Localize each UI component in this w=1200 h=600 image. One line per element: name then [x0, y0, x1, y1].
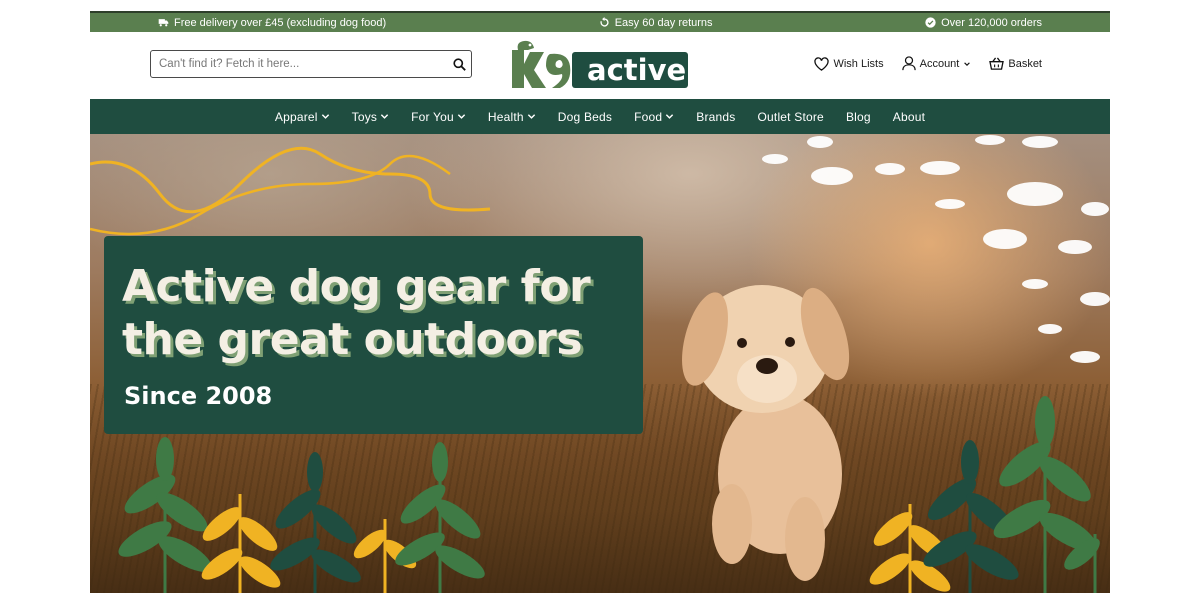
nav-item-toys[interactable]: Toys: [341, 110, 400, 124]
nav-item-brands[interactable]: Brands: [685, 110, 746, 124]
nav-item-label: Outlet Store: [757, 109, 824, 124]
leaves-right: [869, 396, 1100, 593]
nav-item-label: Dog Beds: [557, 109, 613, 124]
search-box: [150, 50, 472, 78]
check-circle-icon: [925, 17, 936, 28]
nav-item-label: Brands: [696, 109, 736, 124]
account-label: Account: [919, 57, 960, 70]
heart-icon: [814, 56, 830, 71]
leaves-left: [118, 437, 485, 593]
chevron-down-icon: [666, 114, 674, 119]
nav-item-label: Food: [634, 109, 663, 124]
chevron-down-icon: [457, 114, 466, 119]
refresh-icon: [600, 17, 609, 27]
nav-item-label: About: [892, 109, 926, 124]
truck-icon: [158, 19, 169, 27]
svg-text:active: active: [587, 53, 686, 87]
wishlist-link[interactable]: Wish Lists: [814, 56, 884, 71]
nav-item-label: Apparel: [274, 109, 318, 124]
nav-item-label: Blog: [845, 109, 871, 124]
account-link[interactable]: Account: [901, 56, 972, 71]
chevron-down-icon: [527, 114, 535, 119]
nav-item-label: Toys: [351, 109, 378, 124]
user-icon: [901, 56, 916, 71]
nav-item-apparel[interactable]: Apparel: [264, 110, 341, 124]
nav-item-for-you[interactable]: For You: [400, 110, 477, 124]
search-input[interactable]: [151, 52, 447, 76]
basket-icon: [989, 57, 1005, 70]
hero-title: Active dog gear for the great outdoors: [122, 260, 637, 366]
top-info-bar: Free delivery over £45 (excluding dog fo…: [90, 11, 1110, 32]
main-nav: Apparel Toys For You Health Dog Beds Foo…: [90, 99, 1110, 134]
hero-banner[interactable]: Active dog gear for the great outdoors S…: [90, 134, 1110, 593]
puppy-illustration: [682, 285, 850, 581]
nav-item-label: For You: [411, 109, 454, 124]
orders-text: Over 120,000 orders: [941, 16, 1042, 29]
chevron-down-icon: [380, 114, 389, 119]
search-button[interactable]: [447, 52, 471, 76]
chevron-down-icon: [321, 114, 329, 119]
hero-subtitle: Since 2008: [124, 382, 273, 410]
nav-item-label: Health: [487, 109, 524, 124]
nav-item-dog-beds[interactable]: Dog Beds: [547, 110, 623, 124]
nav-item-outlet-store[interactable]: Outlet Store: [747, 110, 835, 124]
basket-label: Basket: [1008, 57, 1042, 70]
logo-graphic: active: [512, 40, 688, 88]
search-icon: [452, 57, 466, 71]
hero-headline-card: Active dog gear for the great outdoors S…: [104, 236, 643, 434]
chevron-down-icon: [964, 61, 971, 66]
basket-link[interactable]: Basket: [989, 57, 1042, 71]
nav-item-food[interactable]: Food: [623, 110, 685, 124]
page-frame: Free delivery over £45 (excluding dog fo…: [90, 11, 1110, 593]
returns-info: Easy 60 day returns: [599, 17, 713, 29]
nav-item-health[interactable]: Health: [477, 110, 547, 124]
nav-item-about[interactable]: About: [882, 110, 936, 124]
nav-item-blog[interactable]: Blog: [835, 110, 882, 124]
header-actions: Wish Lists Account Basket: [814, 56, 1042, 71]
hero-title-line-1: Active dog gear for: [122, 261, 591, 312]
orders-info: Over 120,000 orders: [925, 17, 1042, 29]
site-header: active Wish Lists Account Basket: [90, 32, 1110, 99]
delivery-text: Free delivery over £45 (excluding dog fo…: [174, 16, 387, 29]
site-logo[interactable]: active: [510, 40, 690, 92]
wishlist-label: Wish Lists: [833, 57, 884, 70]
returns-text: Easy 60 day returns: [614, 16, 713, 29]
hero-title-line-2: the great outdoors: [122, 314, 583, 365]
delivery-info: Free delivery over £45 (excluding dog fo…: [158, 17, 386, 29]
